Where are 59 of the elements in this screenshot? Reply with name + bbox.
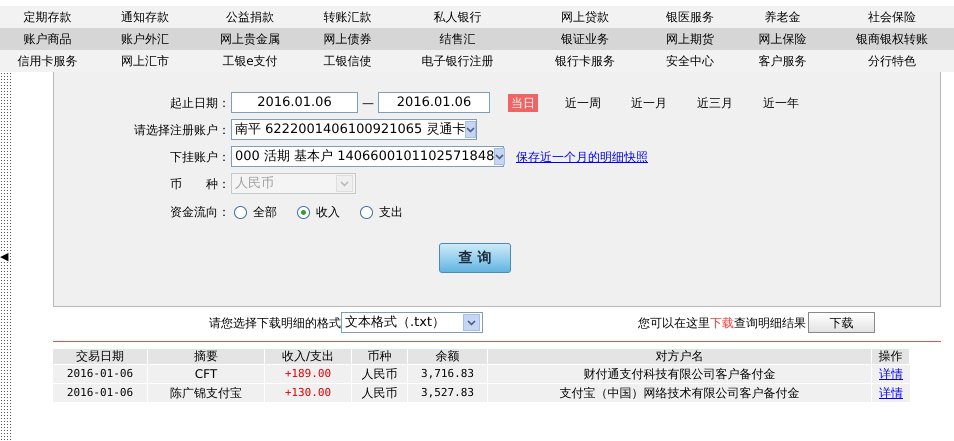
menu-item[interactable]: 银行卡服务: [525, 52, 645, 70]
menu-item[interactable]: 定期存款: [0, 8, 95, 26]
range-button[interactable]: 近一月: [628, 94, 670, 112]
menu-item[interactable]: 公益捐款: [195, 8, 305, 26]
download-button[interactable]: 下载: [808, 312, 875, 333]
field-label: 币 种：: [169, 176, 230, 192]
field-label: 请选择注册账户：: [133, 122, 230, 138]
snapshot-link[interactable]: 保存近一个月的明细快照: [516, 148, 648, 166]
menu-item[interactable]: 分行特色: [830, 52, 954, 70]
menu-item[interactable]: 银医服务: [645, 8, 735, 26]
select-field[interactable]: 南平 6222001406100921065 灵通卡: [231, 119, 477, 140]
range-button[interactable]: 近三月: [694, 94, 736, 112]
menu-item[interactable]: 账户外汇: [95, 30, 195, 48]
menu-item[interactable]: 电子银行注册: [390, 52, 525, 70]
menu-item[interactable]: 客户服务: [735, 52, 830, 70]
radio-option[interactable]: 全部: [234, 203, 277, 221]
menu-item[interactable]: 工银e支付: [195, 52, 305, 70]
menu-item[interactable]: 网上汇市: [95, 52, 195, 70]
menu-item[interactable]: 网上贷款: [525, 8, 645, 26]
field-label: 起止日期：: [169, 94, 230, 112]
menu-item[interactable]: 网上期货: [645, 30, 735, 48]
table-cell: 陈广锦支付宝: [148, 384, 265, 402]
menu-item[interactable]: 网上债券: [305, 30, 390, 48]
menu-item[interactable]: 银证业务: [525, 30, 645, 48]
menu-item[interactable]: 账户商品: [0, 30, 95, 48]
range-button[interactable]: 近一年: [760, 94, 802, 112]
radio-option[interactable]: 收入: [297, 203, 340, 221]
menu-item[interactable]: 私人银行: [390, 8, 525, 26]
field-label: 下挂账户：: [169, 148, 230, 166]
range-button[interactable]: 近一周: [562, 94, 604, 112]
table-cell: 人民币: [352, 384, 408, 402]
sidebar-toggle[interactable]: ◀: [0, 251, 8, 262]
menu-item[interactable]: 通知存款: [95, 8, 195, 26]
query-button[interactable]: 查 询: [439, 243, 511, 273]
date-separator: —: [362, 94, 374, 112]
menu-item[interactable]: 工银信使: [305, 52, 390, 70]
menu-item[interactable]: 结售汇: [390, 30, 525, 48]
menu-item[interactable]: 网上贵金属: [195, 30, 305, 48]
table-cell: 2016-01-06: [53, 384, 148, 402]
menu-item[interactable]: 安全中心: [645, 52, 735, 70]
details-link[interactable]: 详情: [879, 386, 903, 400]
date-field[interactable]: 2016.01.06: [378, 92, 490, 113]
menu-item[interactable]: 养老金: [735, 8, 830, 26]
table-cell: 3,527.83: [408, 384, 488, 402]
select-field[interactable]: 文本格式（.txt）: [341, 312, 483, 333]
table-cell: 支付宝（中国）网络技术有限公司客户备付金: [488, 384, 872, 402]
field-label: 资金流向：: [169, 204, 230, 221]
date-field[interactable]: 2016.01.06: [231, 92, 358, 113]
menu-item[interactable]: 社会保险: [830, 8, 954, 26]
menu-item[interactable]: 网上保险: [735, 30, 830, 48]
menu-item[interactable]: 银商银权转账: [830, 30, 954, 48]
menu-item[interactable]: 信用卡服务: [0, 52, 95, 70]
format-label: 请您选择下载明细的格式: [209, 314, 341, 332]
select-field[interactable]: 000 活期 基本户 1406600101102571848: [231, 146, 504, 167]
menu-item[interactable]: 转账汇款: [305, 8, 390, 26]
download-hint: 您可以在这里下载查询明细结果: [638, 314, 806, 332]
table-cell: +130.00: [265, 384, 352, 402]
details-link[interactable]: 详情: [879, 367, 903, 381]
radio-option[interactable]: 支出: [360, 203, 403, 221]
